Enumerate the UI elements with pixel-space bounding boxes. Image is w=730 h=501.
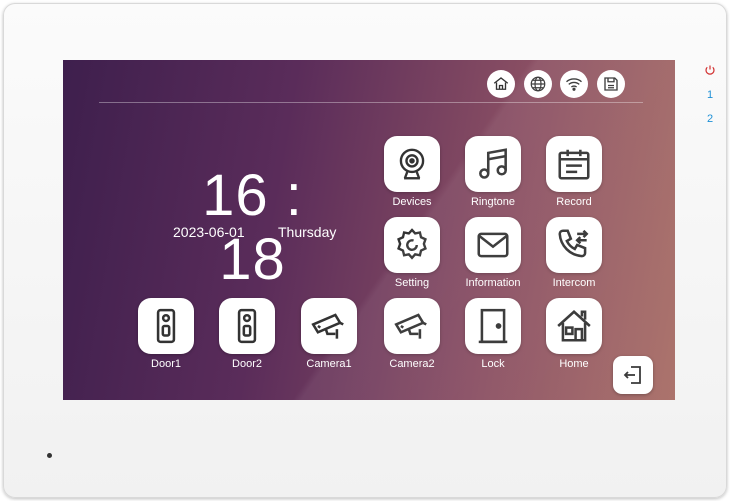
cctv-camera-icon[interactable] [384,298,440,354]
globe-icon[interactable] [524,70,552,98]
doorbell-icon[interactable] [219,298,275,354]
app-label: Information [465,277,521,289]
house-icon[interactable] [546,298,602,354]
clock-date: 2023-06-01 [173,224,245,240]
cctv-camera-icon[interactable] [301,298,357,354]
app-label: Door1 [151,358,181,370]
power-icon[interactable] [703,64,717,79]
app-door2[interactable]: Door2 [207,298,287,378]
app-label: Home [559,358,589,370]
webcam-icon[interactable] [384,136,440,192]
wifi-icon[interactable] [560,70,588,98]
save-icon[interactable] [597,70,625,98]
app-label: Camera1 [306,358,352,370]
app-ringtone[interactable]: Ringtone [453,136,533,216]
app-label: Door2 [232,358,262,370]
app-label: Lock [481,358,505,370]
intercom-device: 16 : 18 2023-06-01 Thursday Devices Ring… [3,3,727,498]
app-setting[interactable]: Setting [372,217,452,297]
app-label: Devices [392,196,432,208]
app-information[interactable]: Information [453,217,533,297]
app-devices[interactable]: Devices [372,136,452,216]
calendar-icon[interactable] [546,136,602,192]
app-lock[interactable]: Lock [453,298,533,378]
app-label: Camera2 [389,358,435,370]
app-door1[interactable]: Door1 [126,298,206,378]
clock-weekday: Thursday [278,224,337,240]
app-label: Record [556,196,592,208]
envelope-icon[interactable] [465,217,521,273]
doorbell-icon[interactable] [138,298,194,354]
app-label: Setting [394,277,430,289]
phone-transfer-icon[interactable] [546,217,602,273]
screen: 16 : 18 2023-06-01 Thursday Devices Ring… [63,60,675,400]
app-intercom[interactable]: Intercom [534,217,614,297]
home-status-icon[interactable] [487,70,515,98]
microphone-hole [47,453,52,458]
indicator-2[interactable]: 2 [703,113,717,125]
app-home[interactable]: Home [534,298,614,378]
app-label: Ringtone [470,196,516,208]
music-note-icon[interactable] [465,136,521,192]
indicator-1[interactable]: 1 [703,89,717,101]
settings-icon[interactable] [384,217,440,273]
door-icon[interactable] [465,298,521,354]
exit-button[interactable] [613,356,653,394]
app-label: Intercom [552,277,596,289]
status-divider [99,102,643,103]
app-camera2[interactable]: Camera2 [372,298,452,378]
exit-icon [623,366,641,384]
app-record[interactable]: Record [534,136,614,216]
app-camera1[interactable]: Camera1 [289,298,369,378]
